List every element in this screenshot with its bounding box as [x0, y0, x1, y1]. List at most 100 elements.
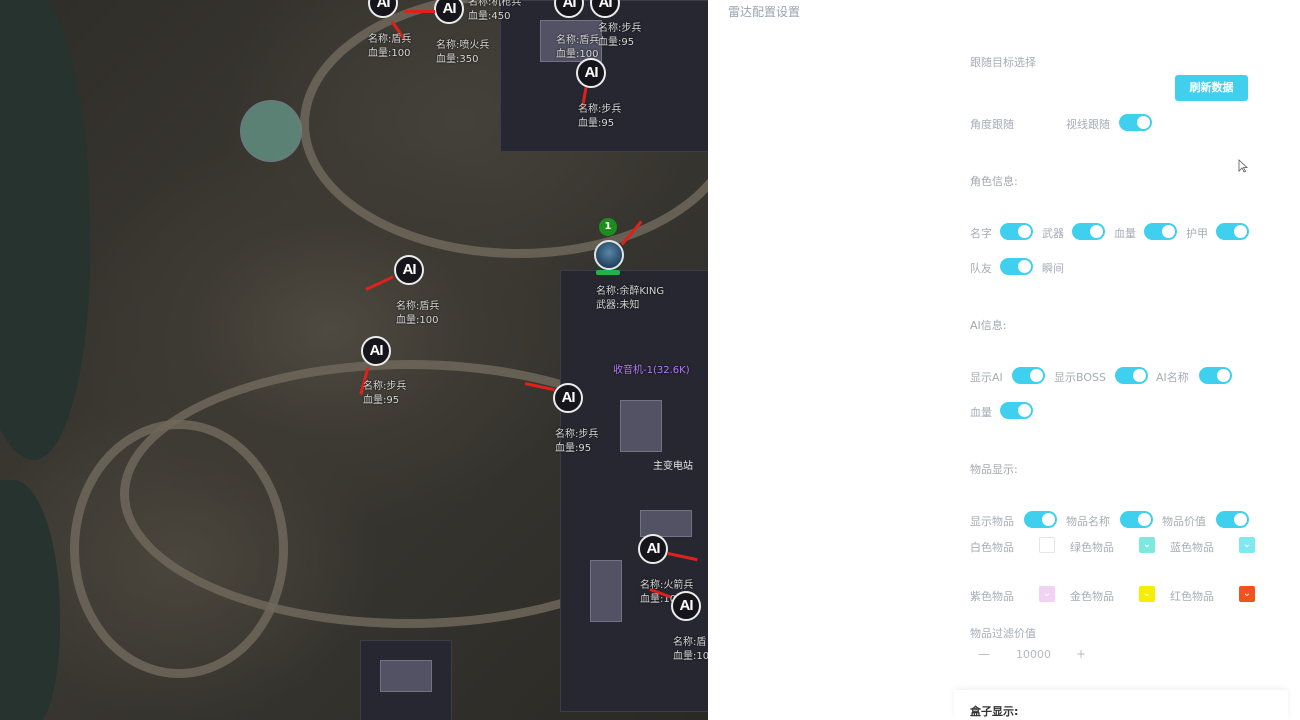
player-info: 名称:余醉KING 武器:未知 [596, 285, 664, 313]
ai-hp: 血量:95 [555, 443, 592, 454]
char-armor-label: 护甲 [1186, 227, 1208, 240]
char-weapon-label: 武器 [1042, 227, 1064, 240]
show-boss-label: 显示BOSS [1054, 371, 1106, 384]
ai-info: 名称:盾兵 血量:100 [368, 33, 411, 61]
ai-hp: 血量:350 [436, 54, 479, 65]
filter-value-input[interactable]: 10000 [1016, 648, 1051, 661]
filter-decrement-button[interactable]: — [978, 647, 990, 661]
show-items-label: 显示物品 [970, 515, 1014, 528]
ai-info: 名称:喷火兵 血量:350 [436, 39, 489, 67]
chevron-down-icon: ⌄ [1142, 539, 1152, 550]
purple-item-color-picker[interactable]: ⌄ [1039, 586, 1055, 602]
player-team-badge: 1 [599, 218, 617, 236]
chevron-down-icon: ⌄ [1042, 588, 1052, 599]
radar-settings-panel: 雷达配置设置 跟随目标选择 刷新数据 角度跟随 视线跟随 角色信息: 名字 武器… [708, 0, 1300, 720]
map-water [0, 480, 60, 720]
ai-marker[interactable]: AI [361, 336, 391, 366]
char-hp-toggle[interactable] [1144, 223, 1177, 240]
ai-hp: 血量:100 [396, 315, 439, 326]
green-item-label: 绿色物品 [1070, 541, 1114, 554]
mouse-cursor-icon [1238, 159, 1248, 173]
blue-item-label: 蓝色物品 [1170, 541, 1214, 554]
ai-name: 名称:盾兵 [556, 35, 600, 46]
char-info-title: 角色信息: [970, 175, 1018, 188]
map-building [380, 660, 432, 692]
ai-name-label: AI名称 [1156, 371, 1189, 384]
ai-marker[interactable]: AI [638, 534, 668, 564]
ai-marker[interactable]: AI [576, 58, 606, 88]
ai-hp-toggle[interactable] [1000, 402, 1033, 419]
item-value-toggle[interactable] [1216, 511, 1249, 528]
ai-aim-line [405, 10, 435, 13]
ai-name: 名称:盾 [673, 637, 707, 648]
teammate-label: 队友 [970, 262, 992, 275]
ai-info: 名称:步兵 血量:95 [555, 428, 598, 456]
ai-hp: 血量:450 [468, 11, 511, 22]
item-value-label: 物品价值 [1162, 515, 1206, 528]
ai-name-toggle[interactable] [1199, 367, 1232, 384]
ai-info: 名称:机枪兵 血量:450 [468, 0, 521, 24]
ai-name: 名称:步兵 [363, 381, 407, 392]
char-name-label: 名字 [970, 227, 992, 240]
angle-follow-label: 角度跟随 [970, 118, 1014, 131]
show-ai-toggle[interactable] [1012, 367, 1045, 384]
ai-info: 名称:步兵 血量:95 [578, 103, 621, 131]
box-display-title: 盒子显示: [970, 705, 1019, 718]
ai-info-title: AI信息: [970, 319, 1007, 332]
white-item-label: 白色物品 [970, 541, 1014, 554]
red-item-label: 红色物品 [1170, 590, 1214, 603]
map-building [590, 560, 622, 622]
ai-name: 名称:步兵 [555, 429, 599, 440]
ai-marker[interactable]: AI [553, 383, 583, 413]
follow-target-label: 跟随目标选择 [970, 56, 1036, 69]
ai-name: 名称:步兵 [598, 23, 642, 34]
ai-aim-line [365, 275, 394, 291]
ai-name: 名称:机枪兵 [468, 0, 522, 8]
red-item-color-picker[interactable]: ⌄ [1239, 586, 1255, 602]
ai-info: 名称:步兵 血量:95 [598, 22, 641, 50]
filter-increment-button[interactable]: + [1076, 647, 1086, 661]
map-water [0, 0, 90, 460]
ai-hp: 血量:95 [578, 118, 615, 129]
ai-marker[interactable]: AI [671, 591, 701, 621]
player-weapon: 武器:未知 [596, 300, 640, 311]
ai-hp: 血量:95 [363, 395, 400, 406]
map-building [620, 400, 662, 452]
teammate-toggle[interactable] [1000, 258, 1033, 275]
radar-map[interactable]: AI AI 名称:机枪兵 血量:450 名称:盾兵 血量:100 名称:喷火兵 … [0, 0, 708, 720]
ai-info: 名称:步兵 血量:95 [363, 380, 406, 408]
ai-hp-label: 血量 [970, 406, 992, 419]
player-avatar-icon[interactable] [594, 240, 624, 270]
ai-marker[interactable]: AI [394, 255, 424, 285]
char-weapon-toggle[interactable] [1072, 223, 1105, 240]
ai-info: 名称:盾兵 血量:100 [396, 300, 439, 328]
panel-title: 雷达配置设置 [728, 5, 801, 19]
ai-hp: 血量:95 [598, 37, 635, 48]
item-display-title: 物品显示: [970, 463, 1018, 476]
refresh-data-button[interactable]: 刷新数据 [1175, 75, 1248, 101]
ai-name: 名称:盾兵 [396, 301, 440, 312]
char-name-toggle[interactable] [1000, 223, 1033, 240]
ai-hp: 血量:10 [673, 651, 708, 662]
white-item-color-picker[interactable] [1039, 537, 1055, 553]
gold-item-color-picker[interactable]: ⌄ [1139, 586, 1155, 602]
char-armor-toggle[interactable] [1216, 223, 1249, 240]
char-hp-label: 血量 [1114, 227, 1136, 240]
poi-label: 主变电站 [653, 461, 693, 472]
radio-item-label: 收音机-1(32.6K) [613, 365, 690, 376]
view-follow-label: 视线跟随 [1066, 118, 1110, 131]
item-name-toggle[interactable] [1120, 511, 1153, 528]
chevron-down-icon: ⌄ [1242, 539, 1252, 550]
ai-name: 名称:步兵 [578, 104, 622, 115]
show-boss-toggle[interactable] [1115, 367, 1148, 384]
item-filter-label: 物品过滤价值 [970, 627, 1036, 640]
green-item-color-picker[interactable]: ⌄ [1139, 537, 1155, 553]
show-items-toggle[interactable] [1024, 511, 1057, 528]
blue-item-color-picker[interactable]: ⌄ [1239, 537, 1255, 553]
map-road [70, 420, 288, 678]
item-name-label: 物品名称 [1066, 515, 1110, 528]
view-follow-toggle[interactable] [1119, 114, 1152, 131]
ai-info: 名称:盾 血量:10 [673, 636, 708, 664]
ai-name: 名称:盾兵 [368, 34, 412, 45]
player-name: 名称:余醉KING [596, 286, 665, 297]
